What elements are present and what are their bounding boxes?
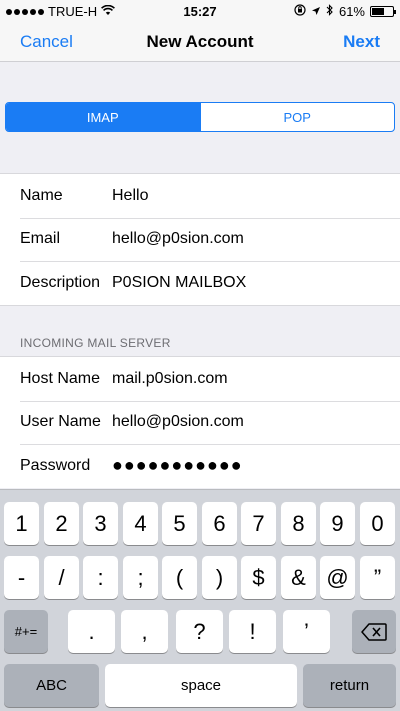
battery-icon bbox=[370, 6, 396, 17]
user-name-label: User Name bbox=[20, 413, 101, 431]
key-0[interactable]: 0 bbox=[360, 502, 395, 545]
email-field[interactable]: hello@p0sion.com bbox=[112, 230, 244, 248]
key-7[interactable]: 7 bbox=[241, 502, 276, 545]
key-hyphen[interactable]: - bbox=[4, 556, 39, 599]
key-dollar[interactable]: $ bbox=[241, 556, 276, 599]
key-colon[interactable]: : bbox=[83, 556, 118, 599]
user-name-row[interactable]: User Name hello@p0sion.com bbox=[0, 400, 400, 445]
description-row[interactable]: Description P0SION MAILBOX bbox=[0, 261, 400, 305]
key-at[interactable]: @ bbox=[320, 556, 355, 599]
next-button[interactable]: Next bbox=[343, 32, 380, 52]
key-4[interactable]: 4 bbox=[123, 502, 158, 545]
key-6[interactable]: 6 bbox=[202, 502, 237, 545]
name-row[interactable]: Name Hello bbox=[0, 174, 400, 218]
key-open-paren[interactable]: ( bbox=[162, 556, 197, 599]
incoming-server-group: Host Name mail.p0sion.com User Name hell… bbox=[0, 356, 400, 488]
key-1[interactable]: 1 bbox=[4, 502, 39, 545]
symbols-key[interactable]: #+= bbox=[4, 610, 48, 653]
abc-key[interactable]: ABC bbox=[4, 664, 99, 707]
key-3[interactable]: 3 bbox=[83, 502, 118, 545]
orientation-lock-icon bbox=[294, 4, 306, 19]
host-name-row[interactable]: Host Name mail.p0sion.com bbox=[0, 357, 400, 401]
location-icon bbox=[311, 4, 321, 19]
navigation-bar: Cancel New Account Next bbox=[0, 22, 400, 62]
key-comma[interactable]: , bbox=[121, 610, 168, 653]
account-info-group: Name Hello Email hello@p0sion.com Descri… bbox=[0, 173, 400, 306]
status-bar: TRUE-H 15:27 61% bbox=[0, 0, 400, 22]
return-key[interactable]: return bbox=[303, 664, 396, 707]
description-label: Description bbox=[20, 273, 101, 291]
segment-imap[interactable]: IMAP bbox=[6, 103, 200, 131]
key-apostrophe[interactable]: ’ bbox=[283, 610, 330, 653]
key-question[interactable]: ? bbox=[176, 610, 223, 653]
key-quote[interactable]: ” bbox=[360, 556, 395, 599]
incoming-mail-server-header: INCOMING MAIL SERVER bbox=[20, 336, 171, 350]
key-8[interactable]: 8 bbox=[281, 502, 316, 545]
email-label: Email bbox=[20, 230, 61, 248]
host-name-label: Host Name bbox=[20, 369, 101, 387]
password-label: Password bbox=[20, 456, 91, 474]
space-key[interactable]: space bbox=[105, 664, 297, 707]
password-row[interactable]: Password ●●●●●●●●●●● bbox=[0, 444, 400, 488]
battery-percent: 61% bbox=[338, 4, 365, 19]
bluetooth-icon bbox=[326, 4, 334, 19]
description-field[interactable]: P0SION MAILBOX bbox=[112, 274, 246, 292]
page-title: New Account bbox=[146, 32, 254, 51]
key-close-paren[interactable]: ) bbox=[202, 556, 237, 599]
host-name-field[interactable]: mail.p0sion.com bbox=[112, 370, 228, 388]
key-period[interactable]: . bbox=[68, 610, 115, 653]
account-type-segmented-control: IMAP POP bbox=[5, 102, 395, 132]
key-ampersand[interactable]: & bbox=[281, 556, 316, 599]
key-slash[interactable]: / bbox=[44, 556, 79, 599]
backspace-icon[interactable] bbox=[352, 610, 396, 653]
key-exclamation[interactable]: ! bbox=[229, 610, 276, 653]
key-semicolon[interactable]: ; bbox=[123, 556, 158, 599]
name-field[interactable]: Hello bbox=[112, 187, 148, 205]
email-row[interactable]: Email hello@p0sion.com bbox=[0, 217, 400, 262]
key-5[interactable]: 5 bbox=[162, 502, 197, 545]
numeric-keyboard: 1 2 3 4 5 6 7 8 9 0 - / : ; ( ) $ & @ ” … bbox=[0, 489, 400, 711]
status-right: 61% bbox=[294, 4, 396, 19]
key-9[interactable]: 9 bbox=[320, 502, 355, 545]
name-label: Name bbox=[20, 186, 63, 204]
key-2[interactable]: 2 bbox=[44, 502, 79, 545]
user-name-field[interactable]: hello@p0sion.com bbox=[112, 413, 244, 431]
password-field[interactable]: ●●●●●●●●●●● bbox=[112, 455, 243, 476]
segment-pop[interactable]: POP bbox=[199, 103, 395, 131]
